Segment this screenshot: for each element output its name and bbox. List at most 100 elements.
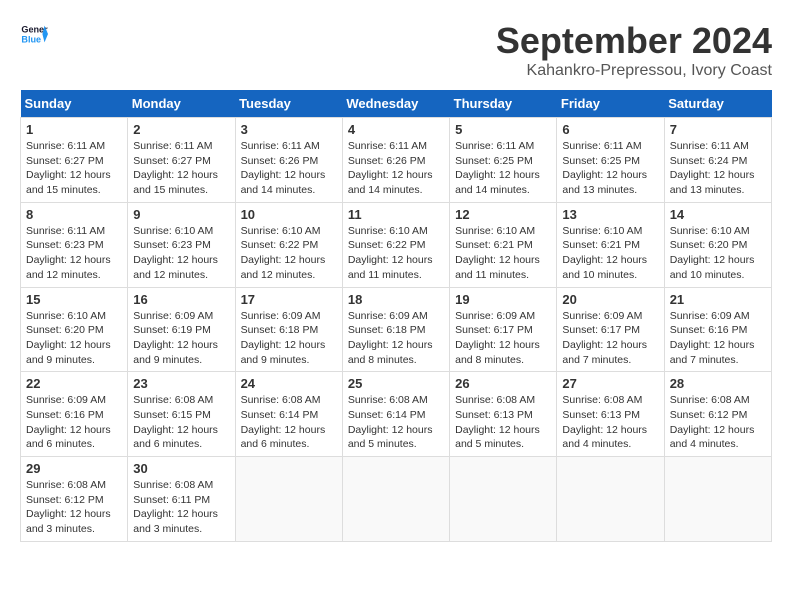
day-info: Sunrise: 6:10 AMSunset: 6:20 PMDaylight:… bbox=[26, 310, 111, 366]
day-info: Sunrise: 6:08 AMSunset: 6:14 PMDaylight:… bbox=[241, 394, 326, 450]
day-info: Sunrise: 6:11 AMSunset: 6:24 PMDaylight:… bbox=[670, 140, 755, 196]
day-number: 15 bbox=[26, 292, 122, 307]
calendar-cell: 6 Sunrise: 6:11 AMSunset: 6:25 PMDayligh… bbox=[557, 118, 664, 203]
day-info: Sunrise: 6:09 AMSunset: 6:17 PMDaylight:… bbox=[455, 310, 540, 366]
day-number: 22 bbox=[26, 376, 122, 391]
day-info: Sunrise: 6:11 AMSunset: 6:27 PMDaylight:… bbox=[26, 140, 111, 196]
day-number: 2 bbox=[133, 122, 229, 137]
calendar-cell bbox=[235, 457, 342, 542]
header-sunday: Sunday bbox=[21, 90, 128, 118]
day-number: 20 bbox=[562, 292, 658, 307]
day-number: 18 bbox=[348, 292, 444, 307]
calendar-cell: 19 Sunrise: 6:09 AMSunset: 6:17 PMDaylig… bbox=[450, 287, 557, 372]
day-number: 17 bbox=[241, 292, 337, 307]
calendar-cell: 24 Sunrise: 6:08 AMSunset: 6:14 PMDaylig… bbox=[235, 372, 342, 457]
calendar-cell: 17 Sunrise: 6:09 AMSunset: 6:18 PMDaylig… bbox=[235, 287, 342, 372]
day-number: 7 bbox=[670, 122, 766, 137]
title-area: September 2024 Kahankro-Prepressou, Ivor… bbox=[496, 20, 772, 80]
calendar-cell: 11 Sunrise: 6:10 AMSunset: 6:22 PMDaylig… bbox=[342, 202, 449, 287]
day-info: Sunrise: 6:10 AMSunset: 6:23 PMDaylight:… bbox=[133, 225, 218, 281]
calendar-header-row: Sunday Monday Tuesday Wednesday Thursday… bbox=[21, 90, 772, 118]
page-header: General Blue September 2024 Kahankro-Pre… bbox=[20, 20, 772, 80]
day-info: Sunrise: 6:11 AMSunset: 6:25 PMDaylight:… bbox=[455, 140, 540, 196]
day-info: Sunrise: 6:09 AMSunset: 6:18 PMDaylight:… bbox=[348, 310, 433, 366]
day-number: 3 bbox=[241, 122, 337, 137]
calendar-cell: 20 Sunrise: 6:09 AMSunset: 6:17 PMDaylig… bbox=[557, 287, 664, 372]
calendar-cell: 8 Sunrise: 6:11 AMSunset: 6:23 PMDayligh… bbox=[21, 202, 128, 287]
day-info: Sunrise: 6:11 AMSunset: 6:26 PMDaylight:… bbox=[348, 140, 433, 196]
day-info: Sunrise: 6:08 AMSunset: 6:12 PMDaylight:… bbox=[670, 394, 755, 450]
calendar-cell: 4 Sunrise: 6:11 AMSunset: 6:26 PMDayligh… bbox=[342, 118, 449, 203]
calendar-cell: 1 Sunrise: 6:11 AMSunset: 6:27 PMDayligh… bbox=[21, 118, 128, 203]
day-number: 26 bbox=[455, 376, 551, 391]
day-number: 21 bbox=[670, 292, 766, 307]
day-info: Sunrise: 6:09 AMSunset: 6:16 PMDaylight:… bbox=[670, 310, 755, 366]
day-info: Sunrise: 6:10 AMSunset: 6:21 PMDaylight:… bbox=[562, 225, 647, 281]
calendar-cell: 9 Sunrise: 6:10 AMSunset: 6:23 PMDayligh… bbox=[128, 202, 235, 287]
svg-text:Blue: Blue bbox=[21, 34, 41, 44]
day-info: Sunrise: 6:10 AMSunset: 6:22 PMDaylight:… bbox=[348, 225, 433, 281]
day-number: 11 bbox=[348, 207, 444, 222]
day-info: Sunrise: 6:09 AMSunset: 6:18 PMDaylight:… bbox=[241, 310, 326, 366]
day-number: 6 bbox=[562, 122, 658, 137]
day-number: 9 bbox=[133, 207, 229, 222]
day-number: 23 bbox=[133, 376, 229, 391]
day-number: 29 bbox=[26, 461, 122, 476]
day-info: Sunrise: 6:11 AMSunset: 6:23 PMDaylight:… bbox=[26, 225, 111, 281]
day-number: 10 bbox=[241, 207, 337, 222]
header-wednesday: Wednesday bbox=[342, 90, 449, 118]
calendar-cell: 18 Sunrise: 6:09 AMSunset: 6:18 PMDaylig… bbox=[342, 287, 449, 372]
day-info: Sunrise: 6:10 AMSunset: 6:21 PMDaylight:… bbox=[455, 225, 540, 281]
day-info: Sunrise: 6:11 AMSunset: 6:26 PMDaylight:… bbox=[241, 140, 326, 196]
day-info: Sunrise: 6:09 AMSunset: 6:16 PMDaylight:… bbox=[26, 394, 111, 450]
day-info: Sunrise: 6:08 AMSunset: 6:13 PMDaylight:… bbox=[562, 394, 647, 450]
day-number: 25 bbox=[348, 376, 444, 391]
month-title: September 2024 bbox=[496, 20, 772, 62]
day-number: 4 bbox=[348, 122, 444, 137]
day-number: 5 bbox=[455, 122, 551, 137]
day-info: Sunrise: 6:08 AMSunset: 6:15 PMDaylight:… bbox=[133, 394, 218, 450]
calendar-cell: 25 Sunrise: 6:08 AMSunset: 6:14 PMDaylig… bbox=[342, 372, 449, 457]
calendar-cell bbox=[557, 457, 664, 542]
day-number: 24 bbox=[241, 376, 337, 391]
day-number: 14 bbox=[670, 207, 766, 222]
day-number: 12 bbox=[455, 207, 551, 222]
calendar-cell: 14 Sunrise: 6:10 AMSunset: 6:20 PMDaylig… bbox=[664, 202, 771, 287]
calendar-cell: 5 Sunrise: 6:11 AMSunset: 6:25 PMDayligh… bbox=[450, 118, 557, 203]
day-info: Sunrise: 6:11 AMSunset: 6:25 PMDaylight:… bbox=[562, 140, 647, 196]
logo: General Blue bbox=[20, 20, 48, 48]
day-info: Sunrise: 6:08 AMSunset: 6:14 PMDaylight:… bbox=[348, 394, 433, 450]
calendar-cell: 13 Sunrise: 6:10 AMSunset: 6:21 PMDaylig… bbox=[557, 202, 664, 287]
day-info: Sunrise: 6:11 AMSunset: 6:27 PMDaylight:… bbox=[133, 140, 218, 196]
day-number: 30 bbox=[133, 461, 229, 476]
calendar-cell: 27 Sunrise: 6:08 AMSunset: 6:13 PMDaylig… bbox=[557, 372, 664, 457]
day-number: 19 bbox=[455, 292, 551, 307]
calendar-cell: 10 Sunrise: 6:10 AMSunset: 6:22 PMDaylig… bbox=[235, 202, 342, 287]
day-number: 28 bbox=[670, 376, 766, 391]
calendar-cell: 12 Sunrise: 6:10 AMSunset: 6:21 PMDaylig… bbox=[450, 202, 557, 287]
header-monday: Monday bbox=[128, 90, 235, 118]
day-number: 16 bbox=[133, 292, 229, 307]
day-info: Sunrise: 6:08 AMSunset: 6:13 PMDaylight:… bbox=[455, 394, 540, 450]
day-info: Sunrise: 6:09 AMSunset: 6:17 PMDaylight:… bbox=[562, 310, 647, 366]
day-info: Sunrise: 6:09 AMSunset: 6:19 PMDaylight:… bbox=[133, 310, 218, 366]
calendar-cell: 15 Sunrise: 6:10 AMSunset: 6:20 PMDaylig… bbox=[21, 287, 128, 372]
header-saturday: Saturday bbox=[664, 90, 771, 118]
day-info: Sunrise: 6:08 AMSunset: 6:11 PMDaylight:… bbox=[133, 479, 218, 535]
calendar-cell: 21 Sunrise: 6:09 AMSunset: 6:16 PMDaylig… bbox=[664, 287, 771, 372]
logo-icon: General Blue bbox=[20, 20, 48, 48]
calendar-cell: 22 Sunrise: 6:09 AMSunset: 6:16 PMDaylig… bbox=[21, 372, 128, 457]
header-thursday: Thursday bbox=[450, 90, 557, 118]
day-number: 8 bbox=[26, 207, 122, 222]
header-tuesday: Tuesday bbox=[235, 90, 342, 118]
day-info: Sunrise: 6:10 AMSunset: 6:20 PMDaylight:… bbox=[670, 225, 755, 281]
calendar-cell: 30 Sunrise: 6:08 AMSunset: 6:11 PMDaylig… bbox=[128, 457, 235, 542]
day-number: 13 bbox=[562, 207, 658, 222]
calendar-cell: 26 Sunrise: 6:08 AMSunset: 6:13 PMDaylig… bbox=[450, 372, 557, 457]
day-info: Sunrise: 6:08 AMSunset: 6:12 PMDaylight:… bbox=[26, 479, 111, 535]
calendar-cell: 29 Sunrise: 6:08 AMSunset: 6:12 PMDaylig… bbox=[21, 457, 128, 542]
calendar-cell: 28 Sunrise: 6:08 AMSunset: 6:12 PMDaylig… bbox=[664, 372, 771, 457]
calendar-cell: 7 Sunrise: 6:11 AMSunset: 6:24 PMDayligh… bbox=[664, 118, 771, 203]
calendar-cell bbox=[450, 457, 557, 542]
location-title: Kahankro-Prepressou, Ivory Coast bbox=[496, 62, 772, 80]
